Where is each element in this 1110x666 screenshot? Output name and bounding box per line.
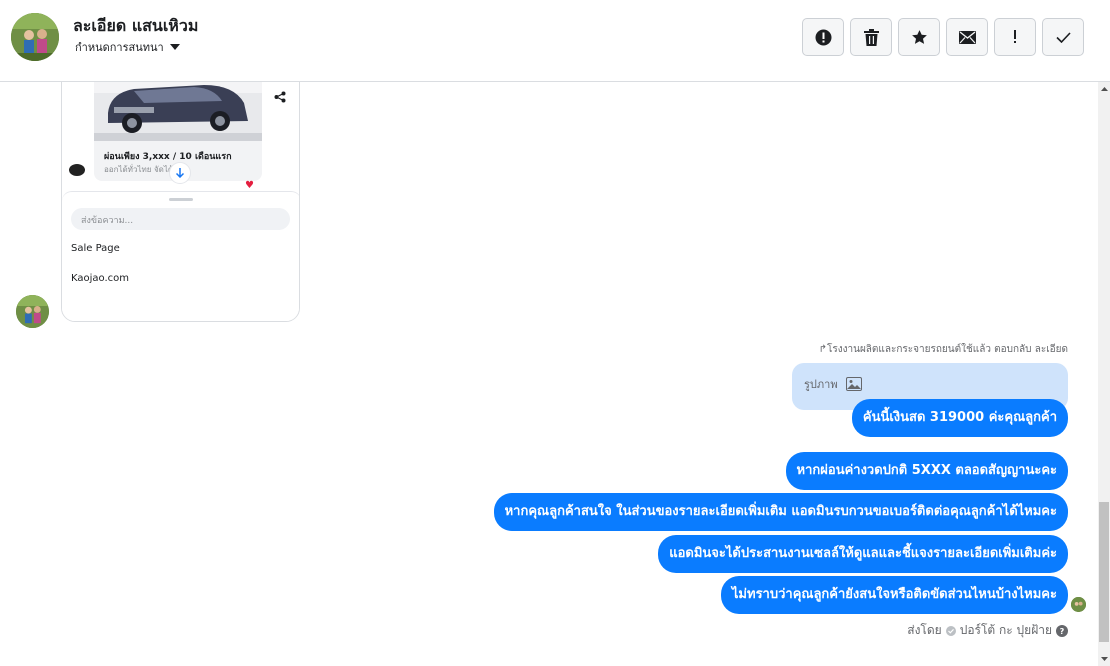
message-input-preview: ส่งข้อความ... — [71, 208, 290, 230]
sheet-handle — [169, 198, 193, 201]
heart-icon: ♥ — [245, 180, 254, 191]
scrollbar[interactable] — [1098, 82, 1110, 666]
message-bubble[interactable]: ไม่ทราบว่าคุณลูกค้ายังสนใจหรือติดขัดส่วน… — [720, 576, 1068, 614]
delete-button[interactable] — [850, 18, 892, 56]
image-icon — [845, 377, 862, 391]
scroll-thumb[interactable] — [1099, 502, 1109, 642]
conversation-header: ละเอียด แสนเหิวม กำหนดการสนทนา — [0, 0, 1110, 82]
message-bubble[interactable]: หากผ่อนค่างวดปกติ 5XXX ตลอดสัญญานะคะ — [785, 452, 1068, 490]
check-icon — [1055, 31, 1071, 43]
sent-by-label: ส่งโดย — [907, 623, 942, 637]
contact-avatar[interactable] — [11, 13, 59, 61]
message-thread[interactable]: ผ่อนเพียง 3,xxx / 10 เดือนแรก ออกได้ทั่ว… — [0, 82, 1110, 666]
message-bubble[interactable]: แอดมินจะได้ประสานงานเซลล์ให้ดูแลและชี้แจ… — [658, 535, 1068, 573]
sent-by: ส่งโดย ปอร์โต้ กะ ปุยฝ้าย ? — [907, 621, 1068, 640]
reply-context: ↱โรงงานผลิตและกระจายรถยนต์ใช้แล้ว ตอบกลั… — [818, 344, 1068, 355]
arrow-down-icon — [169, 162, 191, 184]
star-button[interactable] — [898, 18, 940, 56]
alert-circle-icon — [815, 29, 831, 45]
report-button[interactable] — [802, 18, 844, 56]
sender-name[interactable]: ปอร์โต้ กะ ปุยฝ้าย — [960, 621, 1052, 640]
conversation-settings-dropdown[interactable]: กำหนดการสนทนา — [75, 38, 180, 56]
caret-down-icon — [169, 44, 180, 50]
image-attachment[interactable]: ผ่อนเพียง 3,xxx / 10 เดือนแรก ออกได้ทั่ว… — [61, 82, 300, 322]
message-bubble[interactable]: หากคุณลูกค้าสนใจ ในส่วนของรายละเอียดเพิ่… — [493, 493, 1068, 531]
ad-title: ผ่อนเพียง 3,xxx / 10 เดือนแรก — [104, 152, 232, 162]
scroll-up-arrow-icon[interactable] — [1098, 82, 1110, 96]
seen-avatar — [1071, 597, 1086, 612]
message-bubble[interactable]: คันนี้เงินสด 319000 ค่ะคุณลูกค้า — [851, 399, 1068, 437]
important-button[interactable] — [994, 18, 1036, 56]
envelope-icon — [958, 30, 976, 44]
help-icon[interactable]: ? — [1056, 624, 1068, 637]
contact-avatar-small[interactable] — [16, 295, 49, 328]
header-toolbar — [802, 18, 1084, 56]
car-photo — [94, 82, 262, 141]
svg-text:?: ? — [1060, 627, 1065, 636]
kaojao-link: Kaojao.com — [71, 273, 130, 284]
done-button[interactable] — [1042, 18, 1084, 56]
share-icon — [268, 85, 292, 109]
scroll-down-arrow-icon[interactable] — [1098, 652, 1110, 666]
message-sheet: ส่งข้อความ... Sale Page Kaojao.com — [62, 191, 299, 321]
sale-page-link: Sale Page — [71, 243, 120, 254]
exclamation-icon — [1014, 30, 1016, 43]
contact-name[interactable]: ละเอียด แสนเหิวม — [73, 14, 198, 39]
page-logo-icon — [69, 164, 85, 176]
quoted-content: รูปภาพ — [804, 375, 862, 393]
conversation-settings-label: กำหนดการสนทนา — [75, 41, 164, 54]
quoted-label: รูปภาพ — [804, 378, 838, 391]
verified-icon — [945, 625, 956, 636]
star-icon — [911, 29, 927, 44]
trash-icon — [863, 28, 879, 46]
mail-button[interactable] — [946, 18, 988, 56]
